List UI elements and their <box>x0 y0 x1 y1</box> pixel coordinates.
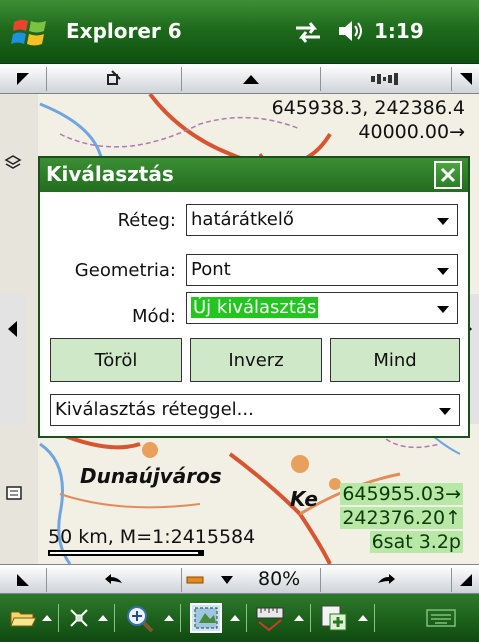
satellite-icon <box>70 609 88 627</box>
measure-tool-icon <box>256 607 284 632</box>
geometry-value: Pont <box>191 259 231 280</box>
map-scale-value: 40000.00→ <box>358 121 465 143</box>
back-button[interactable] <box>47 565 181 595</box>
zoom-tool-button[interactable] <box>120 602 160 634</box>
close-icon <box>440 167 456 183</box>
collapse-corner-button[interactable] <box>0 64 46 94</box>
open-file-menu-arrow[interactable] <box>40 602 54 634</box>
forward-arrow-icon <box>378 574 395 584</box>
arrow-up-icon <box>294 615 304 621</box>
geometry-select[interactable]: Pont <box>186 254 458 286</box>
rotate-icon <box>107 70 121 85</box>
map-coordinate-xy: 645938.3, 242386.4 <box>271 97 465 119</box>
layer-select[interactable]: határátkelő <box>186 204 458 236</box>
select-tool-button[interactable] <box>186 602 226 634</box>
app-title[interactable]: Explorer 6 <box>66 14 182 48</box>
scale-bar <box>48 550 204 556</box>
pan-up-button[interactable] <box>182 64 320 94</box>
layers-icon[interactable] <box>4 154 22 172</box>
gps-satellites: 6sat 3.2p <box>369 531 463 553</box>
keyboard-icon <box>426 609 456 627</box>
zoom-menu-arrow[interactable] <box>162 602 176 634</box>
arrow-up-icon <box>358 615 368 621</box>
partial-city-label: Ke <box>290 487 318 511</box>
clock[interactable]: 1:19 <box>374 14 424 48</box>
arrow-up-icon <box>230 615 240 621</box>
pan-left-icon[interactable] <box>6 320 18 338</box>
chevron-down-icon <box>437 218 449 225</box>
signal-bars-icon <box>371 73 398 85</box>
corner-triangle-down-right-icon <box>459 574 472 586</box>
chevron-down-icon <box>221 576 233 584</box>
folder-open-icon <box>10 611 37 627</box>
rotate-map-button[interactable] <box>47 64 181 94</box>
chevron-down-icon <box>437 268 449 275</box>
arrow-up-icon <box>243 75 259 84</box>
add-feature-button[interactable] <box>314 602 354 634</box>
invert-selection-button[interactable]: Inverz <box>190 338 322 382</box>
selection-dialog: Kiválasztás Réteg: határátkelő Geometria… <box>38 156 470 438</box>
volume-icon[interactable] <box>337 18 363 44</box>
selection-tool-icon <box>190 603 222 633</box>
arrow-up-icon <box>164 615 174 621</box>
select-menu-arrow[interactable] <box>228 602 242 634</box>
corner-triangle-icon <box>17 73 29 85</box>
select-by-layer-dropdown[interactable]: Kiválasztás réteggel... <box>50 394 460 426</box>
arrow-up-icon <box>98 615 108 621</box>
windows-start-icon[interactable] <box>10 12 50 52</box>
dialog-title: Kiválasztás <box>46 162 174 186</box>
keyboard-button[interactable] <box>424 602 458 634</box>
city-label: Dunaújváros <box>80 464 222 488</box>
select-all-button[interactable]: Mind <box>330 338 460 382</box>
measure-menu-arrow[interactable] <box>292 602 306 634</box>
back-arrow-icon <box>105 574 122 584</box>
clear-selection-button[interactable]: Töröl <box>50 338 182 382</box>
mode-label: Mód: <box>131 306 176 327</box>
chevron-down-icon <box>439 408 451 415</box>
corner-triangle-right-icon <box>459 73 472 85</box>
gps-menu-arrow[interactable] <box>96 602 110 634</box>
zoom-magnifier-icon <box>127 606 154 632</box>
close-button[interactable] <box>434 161 462 189</box>
bottom-toolbar: 80% <box>0 564 479 594</box>
gps-northing: 242376.20↑ <box>340 507 463 529</box>
gps-button[interactable] <box>64 602 94 634</box>
icon-menu-bar <box>0 594 479 642</box>
select-by-layer-value: Kiválasztás réteggel... <box>55 399 254 420</box>
map-coordinates: 645938.3, 242386.4 40000.00→ <box>272 96 465 144</box>
dialog-title-bar: Kiválasztás <box>40 158 468 192</box>
add-feature-icon <box>321 605 347 631</box>
gps-readout: 645955.03→ 242376.20↑ 6sat 3.2p <box>340 482 463 554</box>
pan-down-right-button[interactable] <box>452 565 479 595</box>
measure-tool-button[interactable] <box>250 602 290 634</box>
sync-icon[interactable] <box>294 20 322 44</box>
add-feature-menu-arrow[interactable] <box>356 602 370 634</box>
layer-label: Réteg: <box>117 210 176 231</box>
zoom-level[interactable]: 80% <box>258 568 300 590</box>
chevron-down-icon <box>437 306 449 313</box>
title-bar: Explorer 6 1:19 <box>0 0 479 64</box>
gps-easting: 645955.03→ <box>340 483 463 505</box>
arrow-up-icon <box>42 615 52 621</box>
pan-up-right-button[interactable] <box>452 64 479 94</box>
mode-value: Új kiválasztás <box>191 297 319 318</box>
layer-value: határátkelő <box>191 209 294 230</box>
mode-select[interactable]: Új kiválasztás <box>186 292 458 324</box>
geometry-label: Geometria: <box>74 260 176 281</box>
corner-triangle-down-left-icon <box>17 574 29 586</box>
info-panel-icon[interactable] <box>6 486 22 500</box>
pan-down-left-button[interactable] <box>0 565 46 595</box>
zoom-bar-icon <box>186 576 204 584</box>
top-toolbar <box>0 64 479 94</box>
gps-signal-button[interactable] <box>321 64 451 94</box>
open-file-button[interactable] <box>8 602 38 634</box>
forward-button[interactable] <box>321 565 451 595</box>
scale-label: 50 km, M=1:2415584 <box>48 526 256 548</box>
